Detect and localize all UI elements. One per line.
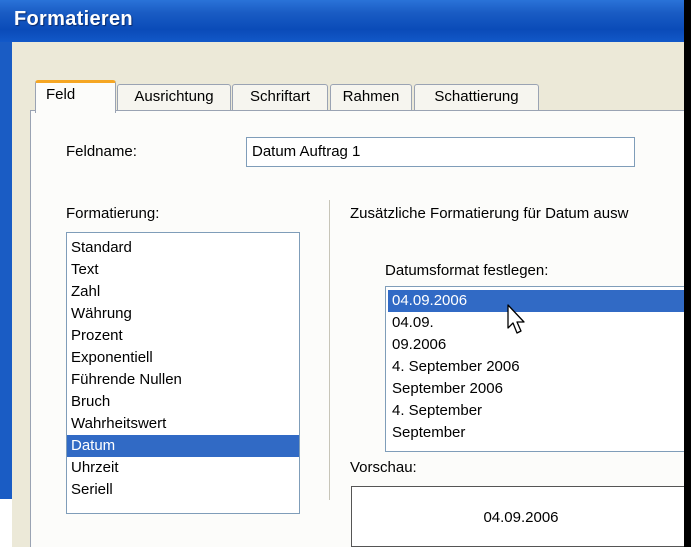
tab-rahmen[interactable]: Rahmen [330, 84, 412, 110]
list-item[interactable]: Währung [67, 303, 299, 325]
list-item[interactable]: Seriell [67, 479, 299, 501]
additional-formatting-label: Zusätzliche Formatierung für Datum ausw [350, 205, 629, 222]
list-item[interactable]: 4. September [388, 400, 690, 422]
field-name-input[interactable]: Datum Auftrag 1 [246, 137, 635, 167]
list-item[interactable]: Standard [67, 237, 299, 259]
format-dialog: Formatieren Feld Ausrichtung Schriftart … [0, 0, 691, 547]
window-edge-shadow [684, 0, 691, 547]
tab-schriftart[interactable]: Schriftart [232, 84, 328, 110]
list-item[interactable]: Bruch [67, 391, 299, 413]
list-item[interactable]: Exponentiell [67, 347, 299, 369]
list-item[interactable]: September [388, 422, 690, 444]
formatting-label: Formatierung: [66, 205, 160, 222]
preview-label: Vorschau: [350, 459, 417, 476]
list-item[interactable]: 09.2006 [388, 334, 690, 356]
tab-schattierung[interactable]: Schattierung [414, 84, 539, 110]
list-item[interactable]: 4. September 2006 [388, 356, 690, 378]
list-item[interactable]: Prozent [67, 325, 299, 347]
tab-feld[interactable]: Feld [35, 80, 116, 113]
list-item-selected[interactable]: Datum [67, 435, 299, 457]
preview-box: 04.09.2006 [351, 486, 691, 547]
preview-value: 04.09.2006 [483, 509, 559, 526]
list-item[interactable]: September 2006 [388, 378, 690, 400]
list-item[interactable]: 04.09. [388, 312, 690, 334]
formatting-list[interactable]: Standard Text Zahl Währung Prozent Expon… [66, 232, 300, 514]
date-format-list[interactable]: 04.09.2006 04.09. 09.2006 4. September 2… [385, 286, 691, 452]
window-title: Formatieren [14, 8, 133, 30]
list-item[interactable]: Führende Nullen [67, 369, 299, 391]
mouse-pointer-icon [507, 304, 525, 334]
list-item[interactable]: Uhrzeit [67, 457, 299, 479]
list-item[interactable]: Wahrheitswert [67, 413, 299, 435]
field-name-label: Feldname: [66, 143, 137, 160]
list-item[interactable]: Text [67, 259, 299, 281]
section-divider [329, 200, 330, 500]
field-name-value: Datum Auftrag 1 [252, 143, 361, 160]
tab-ausrichtung[interactable]: Ausrichtung [117, 84, 231, 110]
window-frame-left [0, 42, 12, 547]
list-item-selected[interactable]: 04.09.2006 [388, 290, 690, 312]
window-frame-gap [0, 499, 12, 547]
date-format-label: Datumsformat festlegen: [385, 262, 549, 279]
title-bar[interactable]: Formatieren [0, 0, 691, 42]
list-item[interactable]: Zahl [67, 281, 299, 303]
